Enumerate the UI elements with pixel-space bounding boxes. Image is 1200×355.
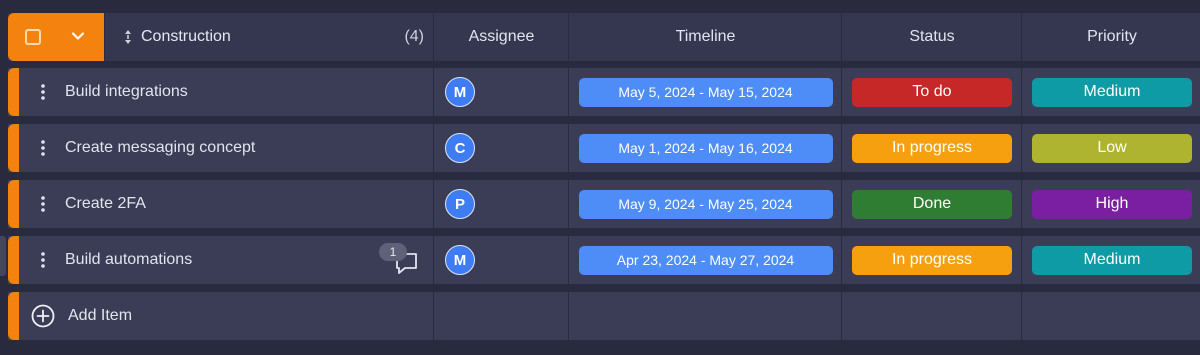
row-accent <box>8 236 19 284</box>
table-row[interactable]: Build integrations M May 5, 2024 - May 1… <box>8 68 1200 116</box>
assignee-cell[interactable]: C <box>433 124 569 172</box>
priority-cell[interactable]: Medium <box>1021 68 1200 116</box>
assignee-cell[interactable]: P <box>433 180 569 228</box>
timeline-pill[interactable]: May 5, 2024 - May 15, 2024 <box>578 77 833 107</box>
status-cell[interactable]: In progress <box>841 124 1022 172</box>
status-badge[interactable]: Done <box>852 189 1012 219</box>
group-controls <box>8 13 104 61</box>
chevron-down-icon[interactable] <box>70 28 86 44</box>
column-header-priority[interactable]: Priority <box>1021 13 1200 61</box>
avatar[interactable]: C <box>445 133 475 163</box>
group-title-cell[interactable]: Construction (4) <box>104 13 434 61</box>
column-header-assignee[interactable]: Assignee <box>433 13 569 61</box>
row-accent <box>8 180 19 228</box>
timeline-pill[interactable]: Apr 23, 2024 - May 27, 2024 <box>578 245 833 275</box>
assignee-cell[interactable]: M <box>433 236 569 284</box>
item-name-cell[interactable]: Build integrations <box>19 68 433 116</box>
status-cell[interactable]: In progress <box>841 236 1022 284</box>
kebab-menu-icon[interactable] <box>41 196 45 212</box>
group-header: Construction (4) Assignee Timeline Statu… <box>8 13 1200 61</box>
timeline-cell[interactable]: May 9, 2024 - May 25, 2024 <box>568 180 842 228</box>
empty-cell <box>841 292 1022 340</box>
item-name: Build automations <box>65 251 193 268</box>
item-name: Create messaging concept <box>65 139 256 156</box>
column-header-status[interactable]: Status <box>841 13 1022 61</box>
timeline-cell[interactable]: May 5, 2024 - May 15, 2024 <box>568 68 842 116</box>
row-accent <box>8 292 19 340</box>
avatar[interactable]: P <box>445 189 475 219</box>
priority-cell[interactable]: High <box>1021 180 1200 228</box>
table-row[interactable]: Build automations 1 M Apr 23, 2024 - May… <box>8 236 1200 284</box>
group-name: Construction <box>141 28 231 45</box>
timeline-pill[interactable]: May 9, 2024 - May 25, 2024 <box>578 189 833 219</box>
sort-icon[interactable] <box>124 29 132 45</box>
timeline-cell[interactable]: May 1, 2024 - May 16, 2024 <box>568 124 842 172</box>
table-row[interactable]: Create messaging concept C May 1, 2024 -… <box>8 124 1200 172</box>
item-name-cell[interactable]: Create messaging concept <box>19 124 433 172</box>
add-item-row: Add Item <box>8 292 1200 340</box>
priority-badge[interactable]: Medium <box>1032 245 1192 275</box>
row-accent <box>8 68 19 116</box>
empty-cell <box>1021 292 1200 340</box>
group-count: (4) <box>404 28 424 45</box>
timeline-pill[interactable]: May 1, 2024 - May 16, 2024 <box>578 133 833 163</box>
item-name-cell[interactable]: Create 2FA <box>19 180 433 228</box>
comment-count-badge: 1 <box>379 243 407 261</box>
status-cell[interactable]: Done <box>841 180 1022 228</box>
timeline-cell[interactable]: Apr 23, 2024 - May 27, 2024 <box>568 236 842 284</box>
add-item-button[interactable]: Add Item <box>19 292 433 340</box>
status-badge[interactable]: To do <box>852 77 1012 107</box>
priority-badge[interactable]: High <box>1032 189 1192 219</box>
assignee-cell[interactable]: M <box>433 68 569 116</box>
comments-button[interactable]: 1 <box>379 243 421 279</box>
status-badge[interactable]: In progress <box>852 133 1012 163</box>
item-name: Create 2FA <box>65 195 146 212</box>
kebab-menu-icon[interactable] <box>41 140 45 156</box>
kebab-menu-icon[interactable] <box>41 84 45 100</box>
empty-cell <box>568 292 842 340</box>
item-name-cell[interactable]: Build automations 1 <box>19 236 433 284</box>
add-item-label: Add Item <box>68 307 133 324</box>
priority-cell[interactable]: Medium <box>1021 236 1200 284</box>
avatar[interactable]: M <box>445 77 475 107</box>
priority-cell[interactable]: Low <box>1021 124 1200 172</box>
kebab-menu-icon[interactable] <box>41 252 45 268</box>
row-accent <box>8 124 19 172</box>
avatar[interactable]: M <box>445 245 475 275</box>
status-badge[interactable]: In progress <box>852 245 1012 275</box>
column-header-timeline[interactable]: Timeline <box>568 13 842 61</box>
item-name: Build integrations <box>65 83 188 100</box>
empty-cell <box>433 292 569 340</box>
side-panel-handle[interactable] <box>0 236 6 276</box>
table-row[interactable]: Create 2FA P May 9, 2024 - May 25, 2024 … <box>8 180 1200 228</box>
priority-badge[interactable]: Low <box>1032 133 1192 163</box>
add-circle-icon[interactable] <box>31 304 55 328</box>
priority-badge[interactable]: Medium <box>1032 77 1192 107</box>
select-all-checkbox[interactable] <box>25 29 41 45</box>
status-cell[interactable]: To do <box>841 68 1022 116</box>
